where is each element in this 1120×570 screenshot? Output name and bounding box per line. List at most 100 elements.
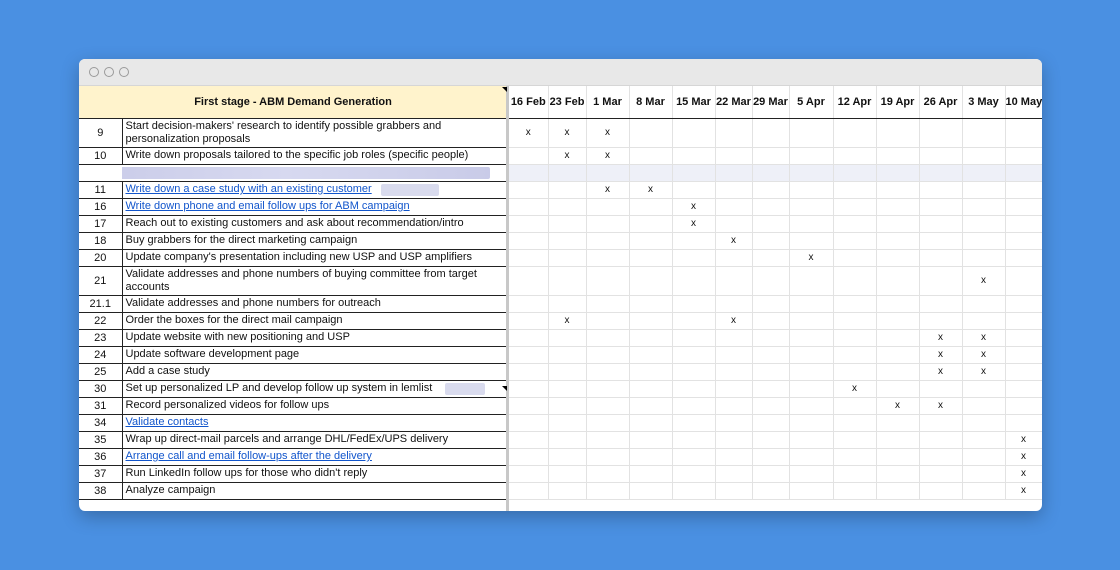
timeline-cell[interactable] xyxy=(752,118,790,148)
timeline-cell[interactable] xyxy=(715,414,753,432)
timeline-cell[interactable] xyxy=(629,232,673,250)
timeline-cell[interactable] xyxy=(672,232,716,250)
timeline-cell[interactable] xyxy=(962,482,1006,500)
timeline-cell[interactable] xyxy=(789,295,834,313)
timeline-cell[interactable] xyxy=(919,215,963,233)
timeline-cell[interactable] xyxy=(962,181,1006,199)
timeline-cell[interactable]: x xyxy=(509,118,549,148)
task-description-cell[interactable]: Write down proposals tailored to the spe… xyxy=(122,147,507,165)
timeline-cell[interactable] xyxy=(833,414,877,432)
timeline-cell[interactable] xyxy=(752,363,790,381)
timeline-cell[interactable] xyxy=(672,164,716,182)
timeline-cell[interactable] xyxy=(962,448,1006,466)
task-description-cell[interactable]: Wrap up direct-mail parcels and arrange … xyxy=(122,431,507,449)
timeline-cell[interactable] xyxy=(962,232,1006,250)
timeline-cell[interactable] xyxy=(672,397,716,415)
timeline-cell[interactable] xyxy=(586,448,630,466)
timeline-cell[interactable] xyxy=(586,249,630,267)
timeline-cell[interactable] xyxy=(919,482,963,500)
timeline-cell[interactable] xyxy=(789,465,834,483)
timeline-cell[interactable] xyxy=(962,147,1006,165)
timeline-cell[interactable] xyxy=(509,431,549,449)
timeline-cell[interactable] xyxy=(833,118,877,148)
timeline-cell[interactable]: x xyxy=(548,147,587,165)
timeline-cell[interactable] xyxy=(752,295,790,313)
timeline-cell[interactable] xyxy=(586,414,630,432)
timeline-cell[interactable] xyxy=(789,363,834,381)
date-column-header[interactable]: 12 Apr xyxy=(833,86,877,119)
timeline-cell[interactable] xyxy=(509,380,549,398)
timeline-cell[interactable] xyxy=(672,312,716,330)
timeline-cell[interactable] xyxy=(919,295,963,313)
timeline-cell[interactable] xyxy=(919,198,963,216)
timeline-cell[interactable]: x xyxy=(833,380,877,398)
timeline-cell[interactable] xyxy=(752,181,790,199)
timeline-cell[interactable] xyxy=(509,397,549,415)
timeline-cell[interactable] xyxy=(509,482,549,500)
timeline-cell[interactable] xyxy=(548,448,587,466)
timeline-cell[interactable] xyxy=(789,329,834,347)
timeline-cell[interactable] xyxy=(962,198,1006,216)
date-column-header[interactable]: 22 Mar xyxy=(715,86,753,119)
timeline-cell[interactable]: x xyxy=(586,147,630,165)
timeline-cell[interactable] xyxy=(715,482,753,500)
timeline-cell[interactable]: x xyxy=(548,118,587,148)
task-description-cell[interactable]: Add a case study xyxy=(122,363,507,381)
timeline-cell[interactable] xyxy=(833,232,877,250)
timeline-cell[interactable] xyxy=(752,397,790,415)
timeline-cell[interactable]: x xyxy=(919,346,963,364)
timeline-cell[interactable] xyxy=(876,147,920,165)
task-number-cell[interactable]: 30 xyxy=(79,380,123,398)
timeline-cell[interactable] xyxy=(962,431,1006,449)
task-link[interactable]: Write down phone and email follow ups fo… xyxy=(126,200,410,212)
timeline-cell[interactable] xyxy=(789,346,834,364)
timeline-cell[interactable] xyxy=(715,164,753,182)
timeline-cell[interactable] xyxy=(876,431,920,449)
task-description-cell[interactable]: Arrange call and email follow-ups after … xyxy=(122,448,507,466)
timeline-cell[interactable] xyxy=(672,448,716,466)
date-column-header[interactable]: 1 Mar xyxy=(586,86,630,119)
date-column-header[interactable]: 26 Apr xyxy=(919,86,963,119)
timeline-cell[interactable] xyxy=(629,215,673,233)
timeline-cell[interactable]: x xyxy=(1005,431,1042,449)
timeline-cell[interactable] xyxy=(1005,198,1042,216)
timeline-cell[interactable] xyxy=(1005,295,1042,313)
timeline-cell[interactable]: x xyxy=(962,346,1006,364)
timeline-cell[interactable]: x xyxy=(876,397,920,415)
timeline-cell[interactable]: x xyxy=(1005,465,1042,483)
timeline-cell[interactable] xyxy=(876,266,920,296)
task-number-cell[interactable]: 16 xyxy=(79,198,123,216)
task-description-cell[interactable]: Order the boxes for the direct mail camp… xyxy=(122,312,507,330)
timeline-cell[interactable] xyxy=(509,164,549,182)
task-description-cell[interactable] xyxy=(122,164,507,182)
timeline-cell[interactable] xyxy=(1005,312,1042,330)
timeline-cell[interactable] xyxy=(715,363,753,381)
timeline-cell[interactable] xyxy=(1005,232,1042,250)
timeline-cell[interactable] xyxy=(548,232,587,250)
timeline-cell[interactable] xyxy=(919,266,963,296)
timeline-cell[interactable] xyxy=(752,431,790,449)
timeline-cell[interactable] xyxy=(1005,414,1042,432)
timeline-cell[interactable] xyxy=(833,329,877,347)
timeline-cell[interactable] xyxy=(833,465,877,483)
timeline-cell[interactable]: x xyxy=(919,397,963,415)
timeline-cell[interactable] xyxy=(715,181,753,199)
timeline-cell[interactable] xyxy=(1005,266,1042,296)
timeline-cell[interactable] xyxy=(509,295,549,313)
timeline-cell[interactable]: x xyxy=(1005,482,1042,500)
timeline-cell[interactable] xyxy=(876,164,920,182)
timeline-cell[interactable]: x xyxy=(629,181,673,199)
timeline-cell[interactable] xyxy=(919,414,963,432)
timeline-cell[interactable] xyxy=(789,118,834,148)
timeline-cell[interactable]: x xyxy=(962,266,1006,296)
timeline-cell[interactable] xyxy=(876,198,920,216)
task-description-cell[interactable]: Update company's presentation including … xyxy=(122,249,507,267)
timeline-cell[interactable]: x xyxy=(548,312,587,330)
task-number-cell[interactable]: 31 xyxy=(79,397,123,415)
minimize-window-button[interactable] xyxy=(104,67,114,77)
timeline-cell[interactable] xyxy=(629,380,673,398)
timeline-cell[interactable] xyxy=(876,414,920,432)
timeline-cell[interactable] xyxy=(672,147,716,165)
timeline-cell[interactable] xyxy=(629,164,673,182)
timeline-cell[interactable] xyxy=(752,147,790,165)
